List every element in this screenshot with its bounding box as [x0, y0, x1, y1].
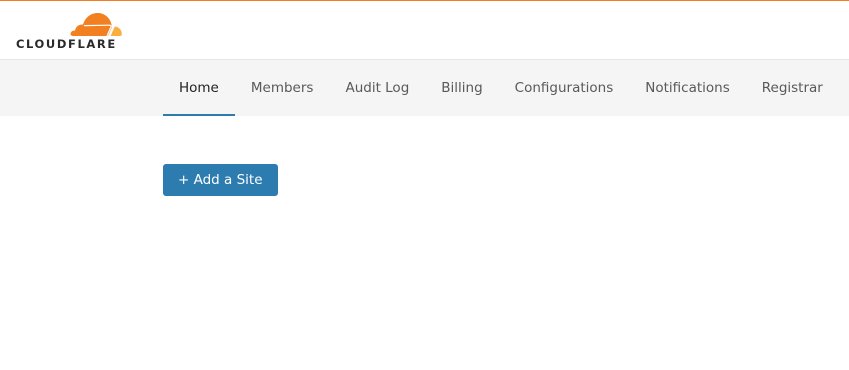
- tab-billing[interactable]: Billing: [425, 60, 498, 116]
- nav-tabs: Home Members Audit Log Billing Configura…: [163, 60, 839, 116]
- tab-label: Registrar: [761, 80, 823, 96]
- tab-home[interactable]: Home: [163, 60, 235, 116]
- tab-members[interactable]: Members: [235, 60, 330, 116]
- tab-label: Audit Log: [345, 80, 410, 96]
- brand-wordmark: CLOUDFLARE: [16, 37, 117, 51]
- tab-label: Home: [179, 80, 219, 96]
- tab-label: Billing: [441, 80, 483, 96]
- add-site-button[interactable]: + Add a Site: [163, 164, 278, 196]
- cloudflare-cloud-icon: [70, 12, 122, 37]
- header: CLOUDFLARE: [0, 1, 849, 60]
- tab-label: Notifications: [645, 80, 730, 96]
- tab-registrar[interactable]: Registrar: [746, 60, 839, 116]
- tab-audit-log[interactable]: Audit Log: [329, 60, 425, 116]
- account-nav: Home Members Audit Log Billing Configura…: [0, 60, 849, 116]
- tab-notifications[interactable]: Notifications: [629, 60, 746, 116]
- tab-configurations[interactable]: Configurations: [499, 60, 630, 116]
- tab-label: Configurations: [514, 80, 614, 96]
- cloudflare-logo[interactable]: CLOUDFLARE: [16, 11, 126, 51]
- tab-label: Members: [250, 80, 314, 96]
- page: CLOUDFLARE Home Members Audit Log Billin…: [0, 0, 849, 370]
